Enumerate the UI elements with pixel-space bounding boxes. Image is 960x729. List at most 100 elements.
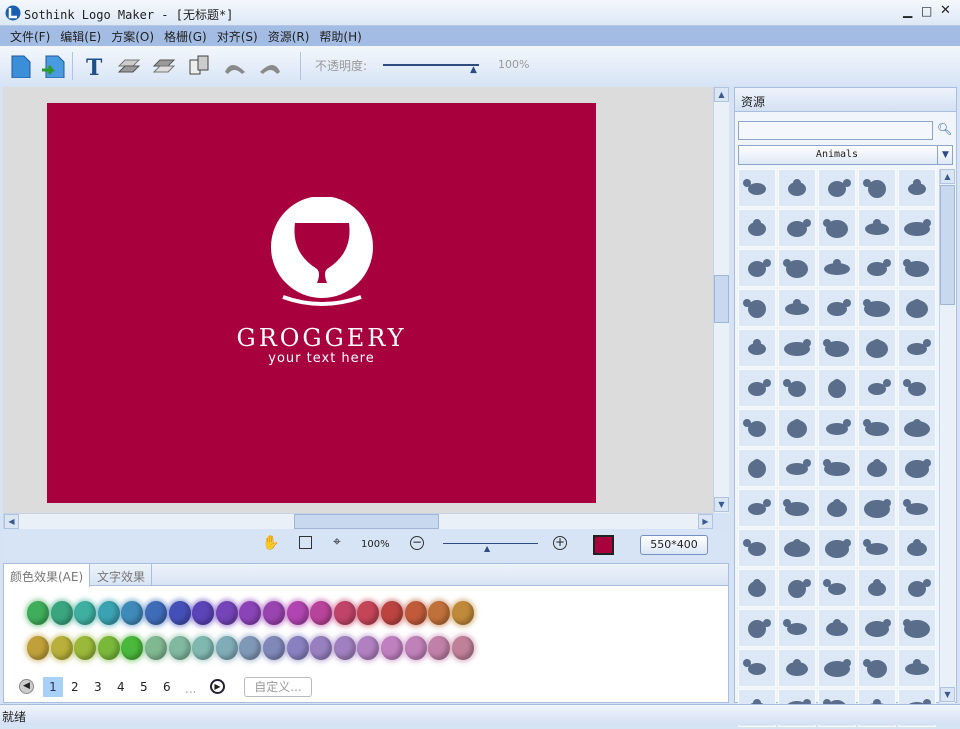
animal-shape-item[interactable] bbox=[898, 209, 936, 247]
animal-shape-item[interactable] bbox=[818, 289, 856, 327]
page-6[interactable]: 6 bbox=[163, 680, 171, 694]
logo-canvas[interactable]: GROGGERY your text here bbox=[47, 103, 596, 503]
new-file-icon[interactable] bbox=[8, 54, 34, 78]
animal-shape-item[interactable] bbox=[898, 329, 936, 367]
resource-search-input[interactable] bbox=[738, 121, 933, 140]
color-swatch[interactable] bbox=[381, 601, 403, 625]
color-swatch[interactable] bbox=[357, 601, 380, 625]
tab-text-effects[interactable]: 文字效果 bbox=[91, 564, 153, 586]
send-backward-icon[interactable] bbox=[152, 54, 178, 78]
animal-shape-item[interactable] bbox=[818, 169, 856, 207]
menu-file[interactable]: 文件(F) bbox=[0, 26, 50, 45]
animal-shape-item[interactable] bbox=[858, 409, 896, 447]
animal-shape-item[interactable] bbox=[858, 609, 896, 647]
animal-shape-item[interactable] bbox=[818, 649, 856, 687]
animal-shape-item[interactable] bbox=[818, 369, 856, 407]
animal-shape-item[interactable] bbox=[738, 369, 776, 407]
animal-shape-item[interactable] bbox=[778, 609, 816, 647]
animal-shape-item[interactable] bbox=[738, 609, 776, 647]
animal-shape-item[interactable] bbox=[898, 529, 936, 567]
animal-shape-item[interactable] bbox=[738, 409, 776, 447]
color-swatch[interactable] bbox=[121, 601, 144, 625]
fit-page-icon[interactable] bbox=[299, 536, 312, 549]
color-swatch[interactable] bbox=[333, 636, 356, 660]
page-4[interactable]: 4 bbox=[117, 680, 125, 694]
animal-shape-item[interactable] bbox=[898, 289, 936, 327]
animal-shape-item[interactable] bbox=[818, 329, 856, 367]
animal-shape-item[interactable] bbox=[778, 529, 816, 567]
animal-shape-item[interactable] bbox=[738, 329, 776, 367]
color-swatch[interactable] bbox=[428, 636, 451, 660]
color-swatch[interactable] bbox=[97, 636, 120, 660]
animal-shape-item[interactable] bbox=[738, 249, 776, 287]
color-swatch[interactable] bbox=[357, 636, 380, 660]
animal-shape-item[interactable] bbox=[738, 489, 776, 527]
animal-shape-item[interactable] bbox=[778, 449, 816, 487]
scroll-left-button[interactable]: ◀ bbox=[4, 514, 19, 529]
menu-edit[interactable]: 编辑(E) bbox=[50, 26, 101, 45]
undo-icon[interactable] bbox=[222, 54, 248, 78]
animal-shape-item[interactable] bbox=[778, 289, 816, 327]
color-swatch[interactable] bbox=[121, 636, 144, 660]
color-swatch[interactable] bbox=[145, 636, 167, 660]
animal-shape-item[interactable] bbox=[778, 329, 816, 367]
menu-align[interactable]: 对齐(S) bbox=[207, 26, 258, 45]
color-swatch[interactable] bbox=[310, 601, 333, 625]
minimize-button[interactable]: ▁ bbox=[903, 4, 912, 18]
zoom-out-icon[interactable]: − bbox=[410, 536, 424, 550]
color-swatch[interactable] bbox=[404, 636, 427, 660]
color-swatch[interactable] bbox=[381, 636, 403, 660]
color-swatch[interactable] bbox=[333, 601, 356, 625]
color-swatch[interactable] bbox=[310, 636, 333, 660]
color-swatch[interactable] bbox=[404, 601, 427, 625]
color-swatch[interactable] bbox=[451, 636, 474, 660]
color-swatch[interactable] bbox=[428, 601, 451, 625]
next-page-button[interactable]: ▶ bbox=[210, 679, 225, 694]
resources-scrollbar[interactable]: ▲ ▼ bbox=[939, 169, 955, 703]
animal-shape-item[interactable] bbox=[898, 249, 936, 287]
opacity-slider-thumb[interactable]: ▲ bbox=[470, 65, 477, 75]
animal-shape-item[interactable] bbox=[778, 569, 816, 607]
animal-shape-item[interactable] bbox=[818, 489, 856, 527]
zoom-slider[interactable] bbox=[443, 543, 538, 544]
menu-scheme[interactable]: 方案(O) bbox=[101, 26, 154, 45]
custom-color-button[interactable]: 自定义... bbox=[244, 677, 312, 697]
color-swatch[interactable] bbox=[192, 601, 215, 625]
open-file-icon[interactable] bbox=[40, 54, 66, 78]
scroll-thumb[interactable] bbox=[294, 514, 439, 529]
color-swatch[interactable] bbox=[286, 601, 309, 625]
canvas-size-button[interactable]: 550*400 bbox=[640, 535, 708, 555]
wine-glass-logo-icon[interactable] bbox=[267, 197, 377, 309]
color-swatch[interactable] bbox=[97, 601, 120, 625]
prev-page-button[interactable]: ◀ bbox=[19, 679, 34, 694]
color-swatch[interactable] bbox=[239, 636, 262, 660]
animal-shape-item[interactable] bbox=[778, 249, 816, 287]
animal-shape-item[interactable] bbox=[818, 529, 856, 567]
close-button[interactable]: ✕ bbox=[940, 3, 951, 18]
animal-shape-item[interactable] bbox=[858, 209, 896, 247]
animal-shape-item[interactable] bbox=[858, 369, 896, 407]
zoom-in-icon[interactable]: + bbox=[553, 536, 567, 550]
animal-shape-item[interactable] bbox=[778, 169, 816, 207]
animal-shape-item[interactable] bbox=[738, 529, 776, 567]
bring-forward-icon[interactable] bbox=[117, 54, 143, 78]
page-3[interactable]: 3 bbox=[94, 680, 102, 694]
logo-tagline-text[interactable]: your text here bbox=[47, 351, 596, 366]
animal-shape-item[interactable] bbox=[818, 209, 856, 247]
color-swatch[interactable] bbox=[50, 601, 73, 625]
chevron-down-icon[interactable]: ▼ bbox=[937, 146, 953, 164]
animal-shape-item[interactable] bbox=[858, 449, 896, 487]
page-5[interactable]: 5 bbox=[140, 680, 148, 694]
animal-shape-item[interactable] bbox=[818, 609, 856, 647]
animal-shape-item[interactable] bbox=[898, 569, 936, 607]
animal-shape-item[interactable] bbox=[898, 649, 936, 687]
animal-shape-item[interactable] bbox=[818, 409, 856, 447]
copy-icon[interactable] bbox=[187, 54, 213, 78]
category-dropdown[interactable]: Animals ▼ bbox=[738, 145, 953, 165]
animal-shape-item[interactable] bbox=[738, 649, 776, 687]
scroll-down-button[interactable]: ▼ bbox=[714, 497, 729, 512]
color-swatch[interactable] bbox=[50, 636, 73, 660]
color-swatch[interactable] bbox=[286, 636, 309, 660]
animal-shape-item[interactable] bbox=[778, 369, 816, 407]
animal-shape-item[interactable] bbox=[858, 329, 896, 367]
